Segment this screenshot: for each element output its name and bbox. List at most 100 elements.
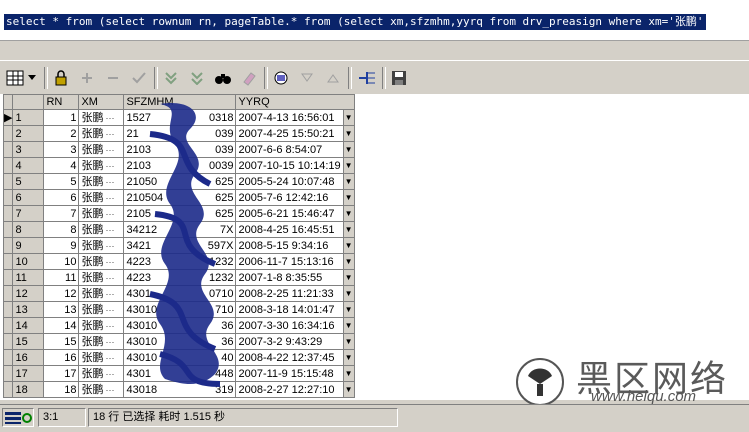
table-row[interactable]: 9 9 张鹏 ··· 3421 597X 2008-5-15 9:34:16 ▼: [2, 237, 355, 254]
cell-dropdown-button[interactable]: ▼: [342, 125, 355, 142]
row-header[interactable]: 10: [12, 253, 45, 270]
cell-sfzmhm[interactable]: 4223 1232: [123, 269, 237, 286]
post-record-icon[interactable]: [128, 67, 150, 89]
cell-yyrq[interactable]: 2006-11-7 15:13:16: [235, 253, 344, 270]
cell-dropdown-button[interactable]: ▼: [342, 269, 355, 286]
cell-xm[interactable]: 张鹏 ···: [78, 125, 125, 142]
ellipsis-button[interactable]: ···: [103, 273, 114, 283]
cell-xm[interactable]: 张鹏 ···: [78, 157, 125, 174]
row-header[interactable]: 18: [12, 381, 45, 398]
cell-xm[interactable]: 张鹏 ···: [78, 333, 125, 350]
table-row[interactable]: 8 8 张鹏 ··· 34212 7X 2008-4-25 16:45:51 ▼: [2, 221, 355, 238]
cell-dropdown-button[interactable]: ▼: [342, 109, 355, 126]
row-header[interactable]: 14: [12, 317, 45, 334]
cell-sfzmhm[interactable]: 43018 319: [123, 381, 237, 398]
cell-rn[interactable]: 15: [43, 333, 80, 350]
cell-dropdown-button[interactable]: ▼: [342, 317, 355, 334]
cell-sfzmhm[interactable]: 43010 36: [123, 317, 237, 334]
cell-xm[interactable]: 张鹏 ···: [78, 237, 125, 254]
cell-sfzmhm[interactable]: 34212 7X: [123, 221, 237, 238]
cell-xm[interactable]: 张鹏 ···: [78, 221, 125, 238]
cell-rn[interactable]: 16: [43, 349, 80, 366]
table-row[interactable]: 2 2 张鹏 ··· 21 039 2007-4-25 15:50:21 ▼: [2, 125, 355, 142]
next-page-icon[interactable]: [296, 67, 318, 89]
table-row[interactable]: 3 3 张鹏 ··· 2103 039 2007-6-6 8:54:07 ▼: [2, 141, 355, 158]
cell-rn[interactable]: 5: [43, 173, 80, 190]
ellipsis-button[interactable]: ···: [103, 257, 114, 267]
cell-dropdown-button[interactable]: ▼: [342, 365, 355, 382]
eraser-icon[interactable]: [238, 67, 260, 89]
grid-icon[interactable]: [4, 67, 26, 89]
column-header-yyrq[interactable]: YYRQ: [235, 94, 355, 110]
cell-yyrq[interactable]: 2008-3-18 14:01:47: [235, 301, 344, 318]
cell-yyrq[interactable]: 2008-2-27 12:27:10: [235, 381, 344, 398]
cell-dropdown-button[interactable]: ▼: [342, 157, 355, 174]
cell-rn[interactable]: 10: [43, 253, 80, 270]
cell-dropdown-button[interactable]: ▼: [342, 205, 355, 222]
ellipsis-button[interactable]: ···: [103, 305, 114, 315]
cell-sfzmhm[interactable]: 210504 625: [123, 189, 237, 206]
cell-dropdown-button[interactable]: ▼: [342, 173, 355, 190]
row-header[interactable]: 5: [12, 173, 45, 190]
cell-dropdown-button[interactable]: ▼: [342, 349, 355, 366]
save-icon[interactable]: [388, 67, 410, 89]
ellipsis-button[interactable]: ···: [103, 289, 114, 299]
cell-yyrq[interactable]: 2007-4-25 15:50:21: [235, 125, 344, 142]
table-row[interactable]: 5 5 张鹏 ··· 21050 625 2005-5-24 10:07:48 ▼: [2, 173, 355, 190]
cell-sfzmhm[interactable]: 43010 40: [123, 349, 237, 366]
row-header[interactable]: 1: [12, 109, 45, 126]
clear-icon[interactable]: [186, 67, 208, 89]
ellipsis-button[interactable]: ···: [103, 225, 114, 235]
table-row[interactable]: 6 6 张鹏 ··· 210504 625 2005-7-6 12:42:16 ▼: [2, 189, 355, 206]
cell-sfzmhm[interactable]: 43010 36: [123, 333, 237, 350]
cell-sfzmhm[interactable]: 4223 1232: [123, 253, 237, 270]
table-row[interactable]: 18 18 张鹏 ··· 43018 319 2008-2-27 12:27:10 ▼: [2, 381, 355, 398]
cell-yyrq[interactable]: 2005-7-6 12:42:16: [235, 189, 344, 206]
ellipsis-button[interactable]: ···: [103, 353, 114, 363]
cell-xm[interactable]: 张鹏 ···: [78, 253, 125, 270]
cell-yyrq[interactable]: 2008-4-22 12:37:45: [235, 349, 344, 366]
lock-icon[interactable]: [50, 67, 72, 89]
cell-yyrq[interactable]: 2008-5-15 9:34:16: [235, 237, 344, 254]
cell-xm[interactable]: 张鹏 ···: [78, 285, 125, 302]
row-header[interactable]: 16: [12, 349, 45, 366]
cell-sfzmhm[interactable]: 21 039: [123, 125, 237, 142]
row-header[interactable]: 4: [12, 157, 45, 174]
cell-sfzmhm[interactable]: 2103 039: [123, 141, 237, 158]
cell-rn[interactable]: 3: [43, 141, 80, 158]
ellipsis-button[interactable]: ···: [103, 241, 114, 251]
row-header[interactable]: 15: [12, 333, 45, 350]
ellipsis-button[interactable]: ···: [103, 129, 114, 139]
dropdown-arrow-icon[interactable]: [24, 67, 40, 89]
table-row[interactable]: 13 13 张鹏 ··· 43010 710 2008-3-18 14:01:47 ▼: [2, 301, 355, 318]
cell-yyrq[interactable]: 2007-11-9 15:15:48: [235, 365, 344, 382]
cell-rn[interactable]: 1: [43, 109, 80, 126]
cell-rn[interactable]: 13: [43, 301, 80, 318]
cell-yyrq[interactable]: 2007-3-2 9:43:29: [235, 333, 344, 350]
cell-rn[interactable]: 11: [43, 269, 80, 286]
ellipsis-button[interactable]: ···: [103, 145, 114, 155]
cell-xm[interactable]: 张鹏 ···: [78, 301, 125, 318]
cell-rn[interactable]: 4: [43, 157, 80, 174]
cell-xm[interactable]: 张鹏 ···: [78, 205, 125, 222]
cell-xm[interactable]: 张鹏 ···: [78, 109, 125, 126]
cell-yyrq[interactable]: 2008-4-25 16:45:51: [235, 221, 344, 238]
cell-rn[interactable]: 12: [43, 285, 80, 302]
cell-dropdown-button[interactable]: ▼: [342, 301, 355, 318]
cell-rn[interactable]: 8: [43, 221, 80, 238]
cell-xm[interactable]: 张鹏 ···: [78, 349, 125, 366]
cell-sfzmhm[interactable]: 43010 710: [123, 301, 237, 318]
row-header[interactable]: 12: [12, 285, 45, 302]
cell-sfzmhm[interactable]: 1527 0318: [123, 109, 237, 126]
table-row[interactable]: 17 17 张鹏 ··· 4301 448 2007-11-9 15:15:48 ▼: [2, 365, 355, 382]
cell-yyrq[interactable]: 2007-4-13 16:56:01: [235, 109, 344, 126]
cell-sfzmhm[interactable]: 2103 0039: [123, 157, 237, 174]
table-row[interactable]: 10 10 张鹏 ··· 4223 1232 2006-11-7 15:13:16 ▼: [2, 253, 355, 270]
table-row[interactable]: 11 11 张鹏 ··· 4223 1232 2007-1-8 8:35:55 ▼: [2, 269, 355, 286]
cell-dropdown-button[interactable]: ▼: [342, 333, 355, 350]
previous-page-icon[interactable]: [322, 67, 344, 89]
add-record-icon[interactable]: [76, 67, 98, 89]
row-header[interactable]: 9: [12, 237, 45, 254]
sql-text[interactable]: select * from (select rownum rn, pageTab…: [4, 14, 706, 30]
cell-sfzmhm[interactable]: 4301 448: [123, 365, 237, 382]
